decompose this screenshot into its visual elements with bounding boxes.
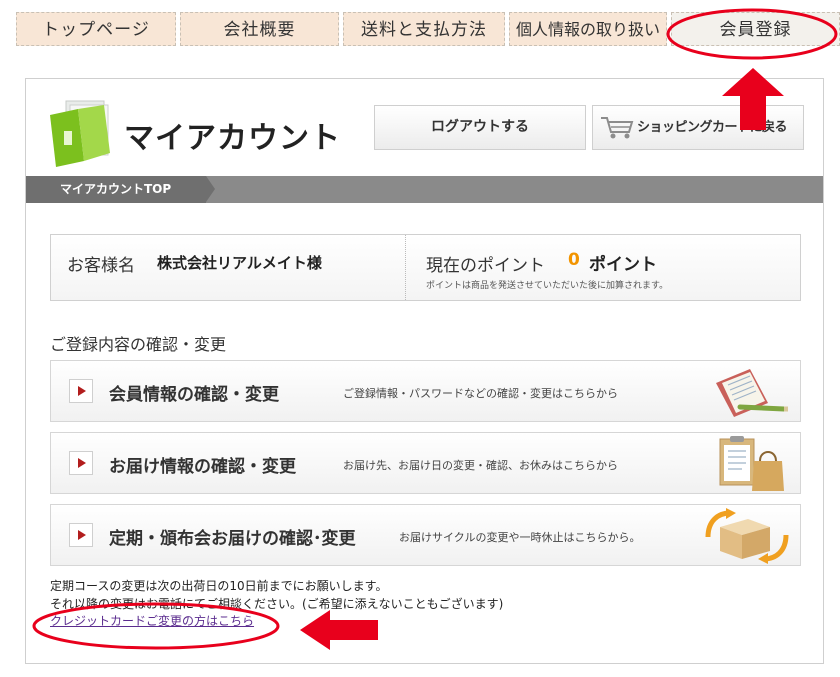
customer-name: 株式会社リアルメイト様: [157, 254, 322, 272]
subscription-desc: お届けサイクルの変更や一時休止はこちらから。: [399, 531, 641, 544]
tab-company-profile[interactable]: 会社概要: [180, 12, 339, 46]
breadcrumb: マイアカウントTOP: [26, 176, 823, 203]
tab-shipping-payment[interactable]: 送料と支払方法: [343, 12, 505, 46]
highlight-ellipse-member-registration: [666, 8, 838, 60]
delivery-info-row[interactable]: お届け情報の確認・変更 お届け先、お届け日の変更・確認、お休みはこちらから: [50, 432, 801, 494]
folder-icon: [50, 100, 110, 167]
highlight-ellipse-credit-card-link: [32, 602, 280, 650]
customer-name-label: お客様名: [67, 256, 135, 276]
up-arrow-icon: [722, 68, 784, 130]
section-heading: ご登録内容の確認・変更: [50, 335, 227, 354]
breadcrumb-arrow: [206, 176, 215, 202]
tab-privacy[interactable]: 個人情報の取り扱い: [509, 12, 667, 46]
customer-info-box: お客様名 株式会社リアルメイト様 現在のポイント 0 ポイント ポイントは商品を…: [50, 234, 801, 301]
customer-divider: [405, 235, 406, 300]
points-unit: ポイント: [589, 255, 657, 275]
play-arrow-icon: [69, 523, 93, 547]
delivery-info-title: お届け情報の確認・変更: [109, 457, 296, 477]
play-arrow-icon: [69, 379, 93, 403]
points-label: 現在のポイント: [426, 256, 545, 276]
tab-top-page[interactable]: トップページ: [16, 12, 176, 46]
my-account-panel: マイアカウント ログアウトする ショッピングカートに戻る マイアカウントTOP …: [25, 78, 824, 664]
boxes-cycle-icon: [705, 508, 789, 564]
breadcrumb-current[interactable]: マイアカウントTOP: [26, 176, 206, 203]
left-arrow-icon: [300, 610, 378, 650]
member-info-desc: ご登録情報・パスワードなどの確認・変更はこちらから: [343, 387, 618, 400]
page-title: マイアカウント: [124, 121, 341, 156]
shopping-cart-icon: [601, 117, 634, 139]
notebook-pen-icon: [716, 369, 788, 417]
clipboard-bag-icon: [719, 436, 784, 491]
points-note: ポイントは商品を発送させていただいた後に加算されます。: [426, 281, 669, 291]
logout-button[interactable]: ログアウトする: [374, 105, 586, 150]
subscription-row[interactable]: 定期・頒布会お届けの確認･変更 お届けサイクルの変更や一時休止はこちらから。: [50, 504, 801, 566]
points-value: 0: [568, 250, 580, 270]
delivery-info-desc: お届け先、お届け日の変更・確認、お休みはこちらから: [343, 459, 618, 472]
play-arrow-icon: [69, 451, 93, 475]
subscription-title: 定期・頒布会お届けの確認･変更: [109, 529, 356, 549]
note-line-1: 定期コースの変更は次の出荷日の10日前までにお願いします。: [50, 579, 388, 593]
member-info-row[interactable]: 会員情報の確認・変更 ご登録情報・パスワードなどの確認・変更はこちらから: [50, 360, 801, 422]
member-info-title: 会員情報の確認・変更: [109, 385, 279, 405]
